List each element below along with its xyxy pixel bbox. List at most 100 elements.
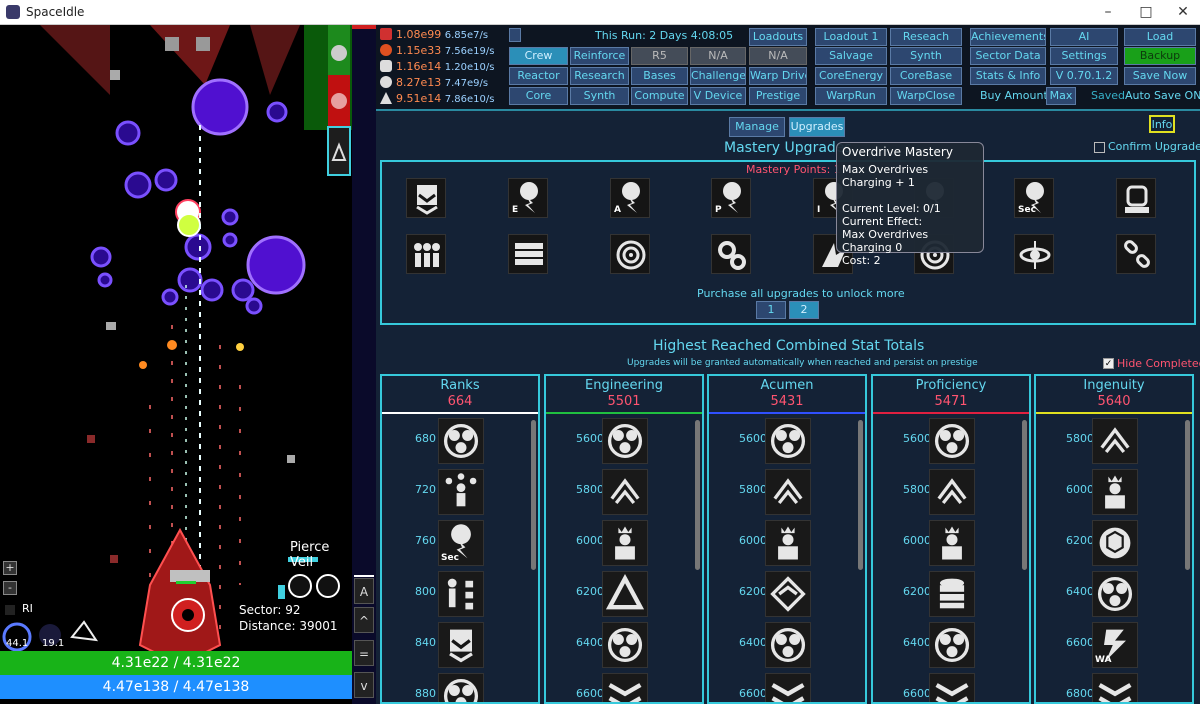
triskelion-icon[interactable] (765, 418, 811, 464)
tab-reinforce[interactable]: Reinforce (570, 47, 629, 65)
tab-core[interactable]: Core (509, 87, 568, 105)
confirm-upgrades-checkbox[interactable] (1094, 142, 1105, 153)
lightning-wa-icon[interactable]: WA (1092, 622, 1138, 668)
sector-data-button[interactable]: Sector Data (970, 47, 1046, 65)
juggler-icon[interactable] (438, 469, 484, 515)
page-2-button[interactable]: 2 (789, 301, 819, 319)
scrollbar[interactable] (1022, 420, 1027, 570)
king-icon[interactable] (1092, 469, 1138, 515)
minimize-icon[interactable]: – (1090, 0, 1126, 25)
side-button-a[interactable]: A (354, 578, 374, 604)
brain-lightning-icon[interactable]: P (711, 178, 751, 218)
tab-compute[interactable]: Compute (631, 87, 688, 105)
loadouts-button[interactable]: Loadouts (749, 28, 807, 46)
tab-bases[interactable]: Bases (631, 67, 688, 85)
triskelion-icon[interactable] (438, 673, 484, 702)
lock-icon[interactable] (509, 28, 521, 42)
version-button[interactable]: V 0.70.1.2 (1050, 67, 1118, 85)
tab-v-device[interactable]: V Device (690, 87, 746, 105)
buy-amount-button[interactable]: Max (1046, 87, 1076, 105)
hex-ball-icon[interactable] (1092, 520, 1138, 566)
chevron-badge-icon[interactable] (1092, 418, 1138, 464)
crew-group-icon[interactable] (406, 234, 446, 274)
database-icon[interactable] (328, 25, 350, 75)
server-rack-icon[interactable] (508, 234, 548, 274)
triangle-icon[interactable] (328, 127, 350, 175)
brain-lightning-icon[interactable]: A (610, 178, 650, 218)
king-icon[interactable] (929, 520, 975, 566)
zoom-out-button[interactable]: - (3, 581, 17, 595)
achievements-button[interactable]: Achievements (970, 28, 1046, 46)
king-icon[interactable] (602, 520, 648, 566)
triskelion-icon[interactable] (1092, 571, 1138, 617)
tab-r5[interactable]: R5 (631, 47, 688, 65)
ri-toggle[interactable] (5, 605, 15, 615)
backup-button[interactable]: Backup (1124, 47, 1196, 65)
chevron-badge-icon[interactable] (929, 469, 975, 515)
tab-reactor[interactable]: Reactor (509, 67, 568, 85)
triskelion-icon[interactable] (602, 622, 648, 668)
synth-button[interactable]: Synth (890, 47, 962, 65)
double-chevron-icon[interactable] (765, 673, 811, 702)
triskelion-icon[interactable] (929, 622, 975, 668)
tab-manage[interactable]: Manage (729, 117, 785, 137)
scrollbar[interactable] (858, 420, 863, 570)
game-viewport[interactable]: Pierce Veil Sector: 92 Distance: 39001 +… (0, 25, 352, 704)
maximize-icon[interactable]: □ (1128, 0, 1164, 25)
side-button-equal[interactable]: = (354, 640, 374, 666)
scrollbar[interactable] (695, 420, 700, 570)
page-1-button[interactable]: 1 (756, 301, 786, 319)
chevron-badge-icon[interactable] (602, 469, 648, 515)
brain-lightning-icon[interactable]: Sec (1014, 178, 1054, 218)
skill-button-2[interactable] (317, 575, 339, 597)
warp-run-button[interactable]: WarpRun (815, 87, 887, 105)
stats-info-button[interactable]: Stats & Info (970, 67, 1046, 85)
sphere-icon[interactable] (328, 75, 350, 127)
reseach-button[interactable]: Reseach (890, 28, 962, 46)
double-chevron-icon[interactable] (1092, 673, 1138, 702)
settings-button[interactable]: Settings (1050, 47, 1118, 65)
zoom-in-button[interactable]: + (3, 561, 17, 575)
diamond-chevron-icon[interactable] (765, 571, 811, 617)
tab-challenges[interactable]: Challenges (690, 67, 746, 85)
tab-prestige[interactable]: Prestige (749, 87, 807, 105)
core-base-button[interactable]: CoreBase (890, 67, 962, 85)
triskelion-icon[interactable] (765, 622, 811, 668)
vortex-icon[interactable] (610, 234, 650, 274)
double-chevron-icon[interactable] (602, 673, 648, 702)
load-button[interactable]: Load (1124, 28, 1196, 46)
hide-completed-checkbox[interactable]: ✓ (1103, 358, 1114, 369)
database-icon[interactable] (929, 571, 975, 617)
tab-crew[interactable]: Crew (509, 47, 568, 65)
gyroscope-icon[interactable] (1014, 234, 1054, 274)
triskelion-icon[interactable] (929, 418, 975, 464)
brain-lightning-icon[interactable]: Sec (438, 520, 484, 566)
side-button-down[interactable]: v (354, 672, 374, 698)
gears-icon[interactable] (711, 234, 751, 274)
brain-lightning-icon[interactable]: E (508, 178, 548, 218)
loadout-1-button[interactable]: Loadout 1 (815, 28, 887, 46)
tab-na-1[interactable]: N/A (690, 47, 746, 65)
warp-close-button[interactable]: WarpClose (890, 87, 962, 105)
close-icon[interactable]: ✕ (1165, 0, 1200, 25)
penrose-icon[interactable] (602, 571, 648, 617)
chain-link-icon[interactable] (1116, 234, 1156, 274)
tab-synth[interactable]: Synth (570, 87, 629, 105)
core-energy-button[interactable]: CoreEnergy (815, 67, 887, 85)
org-chart-icon[interactable] (438, 571, 484, 617)
info-button[interactable]: Info (1149, 115, 1175, 133)
tab-na-2[interactable]: N/A (749, 47, 807, 65)
save-now-button[interactable]: Save Now (1124, 67, 1196, 85)
side-button-up[interactable]: ^ (354, 607, 374, 633)
scrollbar[interactable] (1185, 420, 1190, 570)
ai-button[interactable]: AI (1050, 28, 1118, 46)
tab-upgrades[interactable]: Upgrades (789, 117, 845, 137)
triskelion-icon[interactable] (438, 418, 484, 464)
tab-research[interactable]: Research (570, 67, 629, 85)
scrollbar[interactable] (531, 420, 536, 570)
triskelion-icon[interactable] (602, 418, 648, 464)
tab-warp-drive[interactable]: Warp Drive (749, 67, 807, 85)
skill-button-1[interactable] (289, 575, 311, 597)
rank-chevron-icon[interactable] (406, 178, 446, 218)
salvage-button[interactable]: Salvage (815, 47, 887, 65)
